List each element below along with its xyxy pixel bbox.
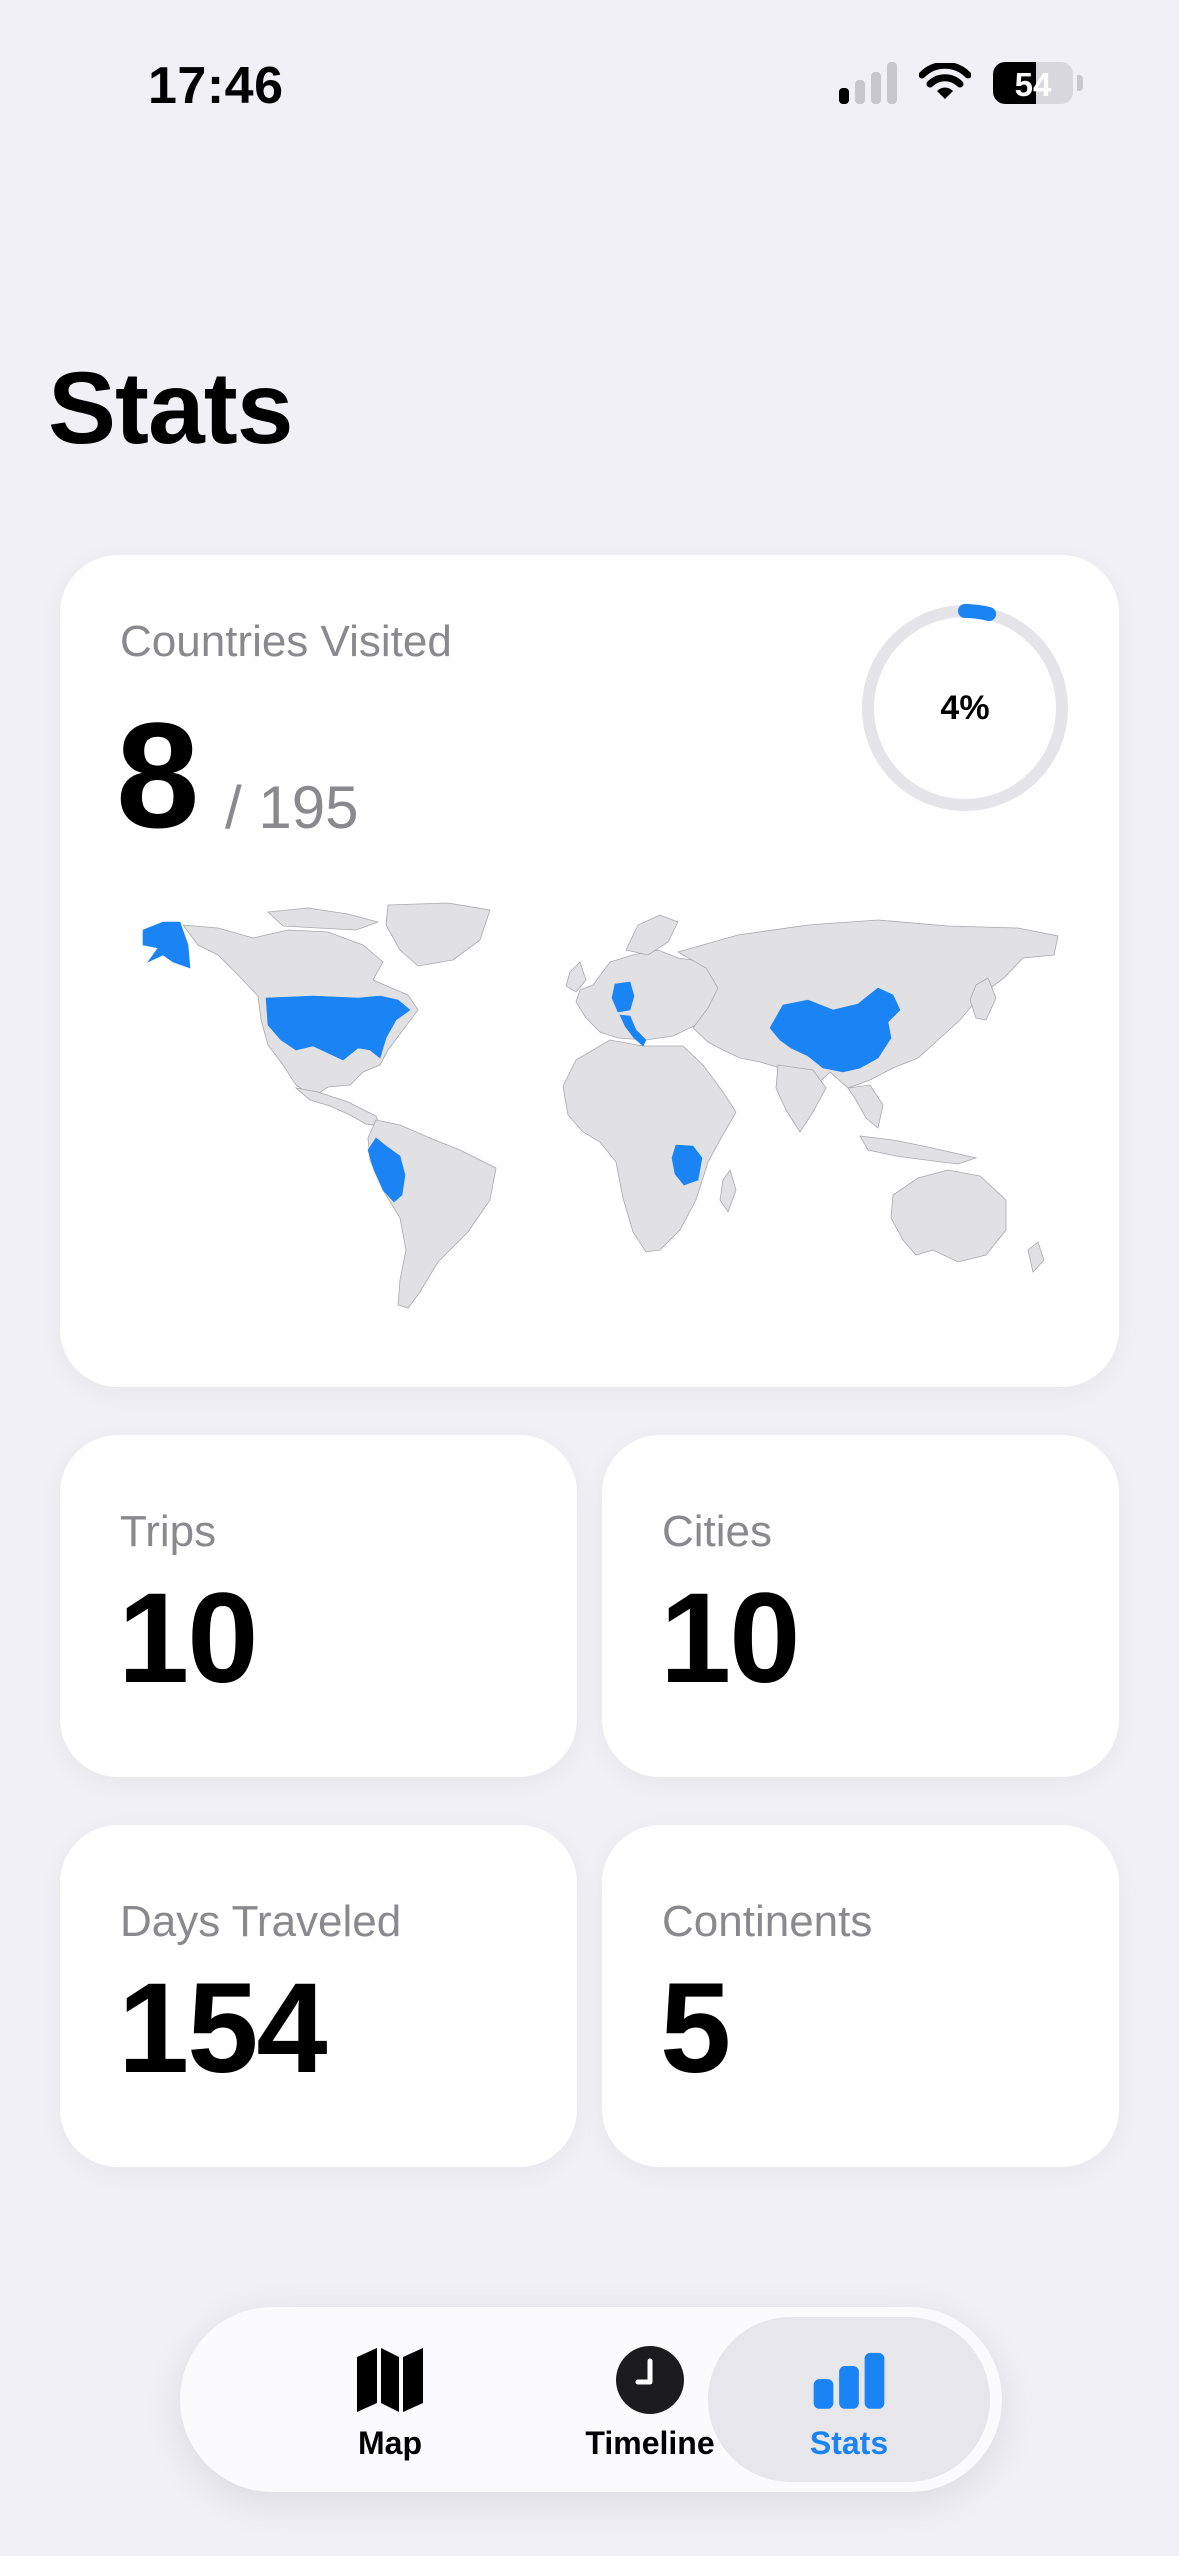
days-traveled-label: Days Traveled	[120, 1897, 402, 1946]
madagascar-shape	[719, 1169, 737, 1213]
cities-card[interactable]: Cities 10	[602, 1435, 1119, 1777]
battery-icon: 54	[993, 62, 1073, 104]
bar-chart-icon	[813, 2352, 885, 2409]
days-traveled-card[interactable]: Days Traveled 154	[60, 1825, 577, 2167]
continents-value: 5	[660, 1957, 731, 2100]
uk-shape	[565, 961, 587, 993]
cities-label: Cities	[662, 1507, 773, 1556]
africa-shape	[562, 1039, 737, 1253]
tab-stats[interactable]: Stats	[708, 2317, 990, 2482]
central-america-shape	[294, 1087, 381, 1127]
continents-label: Continents	[662, 1897, 873, 1946]
clock-icon	[616, 2346, 684, 2414]
continents-card[interactable]: Continents 5	[602, 1825, 1119, 2167]
tab-map-label: Map	[358, 2425, 422, 2461]
cellular-signal-icon	[839, 62, 897, 104]
southeast-asia-shape	[847, 1084, 884, 1129]
progress-percent: 4%	[940, 689, 990, 727]
page-title: Stats	[48, 351, 293, 465]
battery-cap	[1077, 75, 1083, 91]
wifi-icon	[919, 63, 971, 99]
usa-alaska-shape	[142, 921, 191, 969]
countries-total: / 195	[225, 774, 359, 841]
new-zealand-shape	[1027, 1241, 1045, 1273]
tab-bar: Map Timeline Stats	[180, 2307, 1002, 2492]
countries-visited-count: 8	[116, 691, 199, 859]
status-time: 17:46	[148, 57, 284, 115]
tab-map[interactable]: Map	[265, 2307, 515, 2492]
trips-label: Trips	[120, 1507, 217, 1556]
countries-visited-label: Countries Visited	[120, 617, 452, 666]
status-bar: 17:46 54	[0, 0, 1179, 170]
australia-shape	[890, 1169, 1007, 1263]
greenland-shape	[385, 902, 491, 967]
canada-islands-shape	[267, 907, 380, 931]
days-traveled-value: 154	[118, 1957, 328, 2100]
trips-card[interactable]: Trips 10	[60, 1435, 577, 1777]
indonesia-shape	[859, 1135, 978, 1165]
tab-stats-label: Stats	[809, 2425, 889, 2461]
trips-value: 10	[118, 1567, 258, 1710]
scandinavia-shape	[625, 914, 679, 956]
world-map	[142, 902, 1059, 1309]
battery-level: 54	[1014, 66, 1052, 103]
map-icon	[357, 2348, 423, 2412]
cities-value: 10	[660, 1567, 800, 1710]
countries-visited-card[interactable]: Countries Visited 8 / 195 4%	[60, 555, 1119, 1387]
status-indicators: 54	[839, 62, 1083, 104]
